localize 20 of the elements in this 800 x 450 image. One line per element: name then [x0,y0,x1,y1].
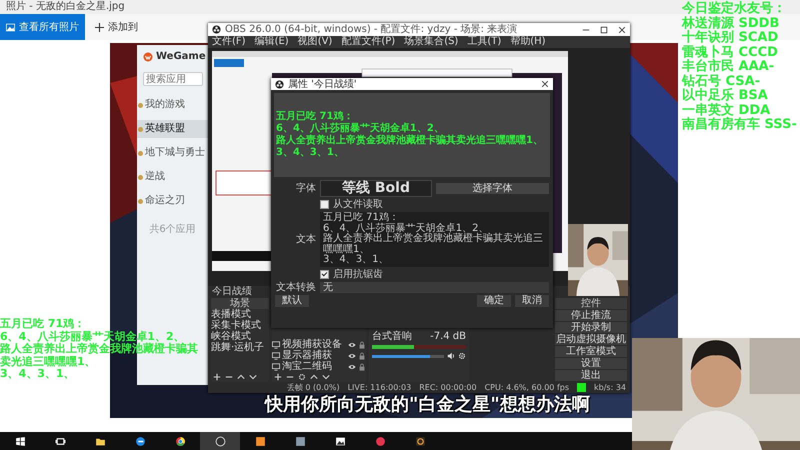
close-icon[interactable] [618,26,626,34]
task-view-icon[interactable] [54,436,66,446]
image-icon [6,22,15,32]
circle-icon[interactable] [214,436,226,446]
plus-icon [95,22,104,32]
chrome-icon[interactable] [174,436,186,446]
overlay-text: 今日鉴定水友号： 林送清源 SDDB 十年诀别 SCAD 雷魂卜马 CCCD 丰台市民 AAA- 钻石号 CSA- 以中足乐 BSA 一串英文 DDA 南昌有房有车 SSS- [682,2,797,132]
add-to-button[interactable]: 添加到 [89,19,144,35]
app-icon[interactable] [254,436,266,446]
window-title: 照片 - 无敌的白金之星.jpg [6,1,125,13]
maximize-icon[interactable] [600,26,608,34]
window-title: OBS 26.0.0 (64-bit, windows) - 配置文件: ydzy - 场景: 来表演 [225,24,518,36]
all-photos-button[interactable]: 查看所有照片 [0,14,85,40]
image-icon[interactable] [334,436,346,446]
start-icon[interactable] [14,436,26,446]
browser-icon[interactable] [134,436,146,446]
app-icon[interactable] [294,436,306,446]
logo-icon [212,25,221,34]
app-icon[interactable] [374,436,386,446]
app-icon[interactable] [414,436,426,446]
